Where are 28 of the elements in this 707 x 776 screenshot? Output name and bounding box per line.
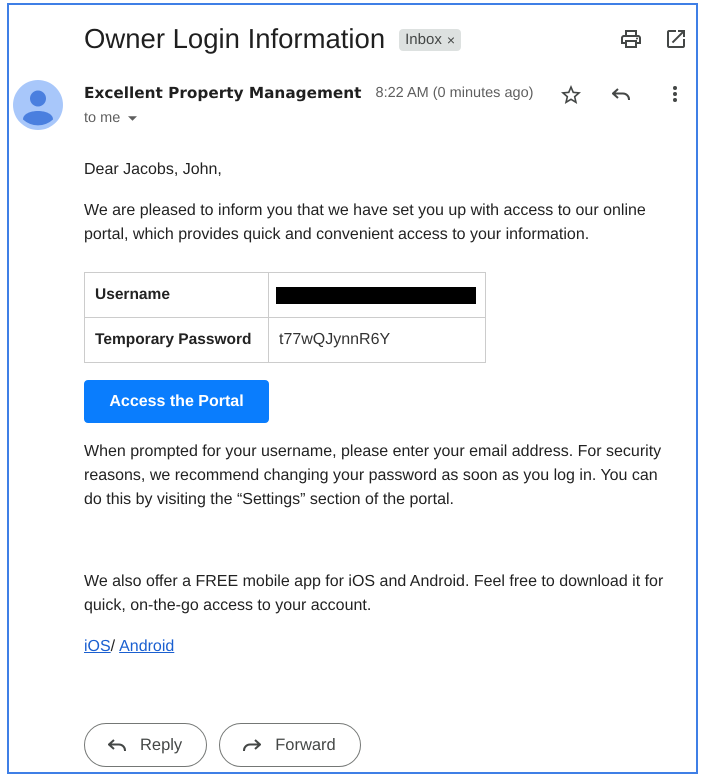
remove-label-button[interactable]: ×: [446, 32, 456, 48]
print-icon[interactable]: [621, 30, 641, 48]
app-store-link[interactable]: iOS: [84, 638, 111, 655]
greeting-text: Dear Jacobs, John,: [84, 160, 223, 180]
link-separator: /: [110, 638, 116, 655]
forward-button[interactable]: Forward: [219, 723, 361, 767]
star-icon[interactable]: [561, 84, 581, 104]
label-text: Inbox: [405, 31, 442, 48]
sent-time: 8:22 AM (0 minutes ago): [376, 85, 534, 101]
reply-icon[interactable]: [612, 88, 630, 100]
app-store-link[interactable]: Android: [119, 638, 174, 655]
caret-icon: [128, 116, 138, 120]
avatar-icon: [13, 80, 63, 130]
instructions-paragraph: When prompted for your username, please enter your email address. For security reasons, we recommend changing your password as soon as you log in. You can do this by visiting the “Settings” section of the portal.: [84, 442, 662, 510]
open-in-new-window-icon[interactable]: [667, 30, 685, 48]
forward-icon: [243, 738, 262, 752]
intro-paragraph: We are pleased to inform you that we have set you up with access to our online portal, which provides quick and convenient access to your information.: [84, 201, 647, 245]
table-cell: t77wQJynnR6Y: [268, 318, 486, 362]
table-cell: Username: [84, 272, 268, 318]
access-portal-button[interactable]: Access the Portal: [84, 380, 269, 423]
subject-title: Owner Login Information: [84, 22, 386, 56]
recipient-details-toggle[interactable]: to me: [84, 108, 138, 128]
reply-button[interactable]: Reply: [84, 723, 208, 767]
sender-name: Excellent Property Management: [84, 84, 362, 102]
reply-icon: [108, 738, 126, 752]
mobile-app-paragraph: We also offer a FREE mobile app for iOS and Android. Feel free to download it for quick, on-the-go access to your account.: [84, 572, 664, 616]
more-options-icon[interactable]: [673, 86, 677, 102]
table-cell: Temporary Password: [84, 318, 268, 362]
